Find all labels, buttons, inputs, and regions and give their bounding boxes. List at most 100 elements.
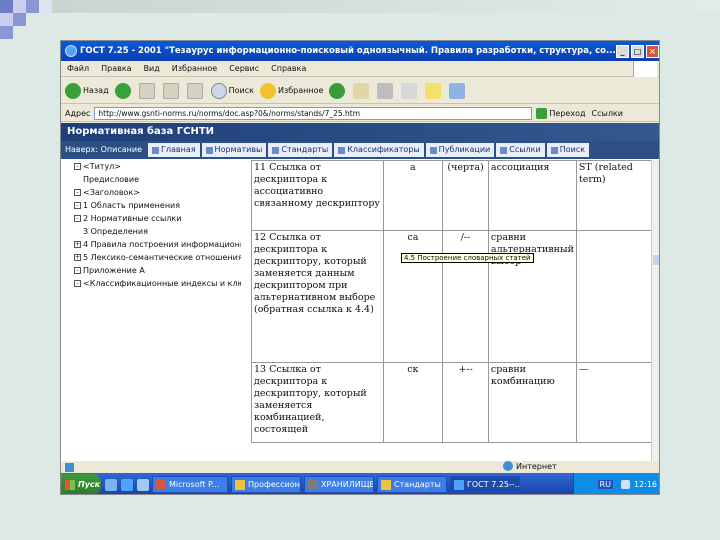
expand-toggle-icon[interactable] [74,228,81,235]
scroll-thumb[interactable] [653,255,659,265]
expand-toggle-icon[interactable]: - [74,202,81,209]
toc-item[interactable]: +5 Лексико-семантические отношения в тез… [74,251,241,264]
task-label: ХРАНИЛИЩЕ... [321,480,374,489]
toc-item[interactable]: - Приложение А [74,264,241,277]
minimize-button[interactable]: _ [616,44,629,58]
messenger-button[interactable] [449,82,467,99]
start-button[interactable]: Пуск [61,474,101,494]
favorites-button[interactable]: Избранное [259,82,323,99]
tab-icon [205,146,213,154]
nav-label: Ссылки [509,145,541,154]
task-app-icon [156,479,166,490]
address-input[interactable]: http://www.gsnti-norms.ru/norms/doc.asp?… [94,106,533,120]
toc-item[interactable]: -<Классификационные индексы и ключевые с… [74,277,241,290]
mail-button[interactable] [353,82,371,99]
toc-item[interactable]: 3 Определения [74,225,241,238]
tab-icon [500,146,508,154]
expand-toggle-icon[interactable]: - [74,163,81,170]
table-cell: +-- [442,362,489,443]
table-row: 13 Ссылка от дескриптора к дескриптору, … [251,362,655,443]
toc-item[interactable]: Предисловие [74,173,241,186]
table-cell: а [382,160,444,231]
menu-file[interactable]: Файл [67,64,89,73]
toc-label: 2 Нормативные ссылки [83,214,182,223]
decor-square [0,0,13,13]
page-done-icon [65,462,74,472]
table-cell: сравни альтернативный выбор [487,230,577,363]
nav-tab[interactable]: Публикации [425,143,495,157]
taskbar-task[interactable]: Microsoft P... [152,476,228,493]
ie-logo-icon [65,45,77,57]
nav-tab[interactable]: Поиск [546,143,590,157]
refresh-button[interactable] [162,82,181,99]
menu-edit[interactable]: Правка [101,64,131,73]
edit-button[interactable] [401,82,419,99]
address-bar: Адрес http://www.gsnti-norms.ru/norms/do… [61,105,659,122]
address-label: Адрес [65,108,91,118]
table-cell: /-- [442,230,489,363]
nav-up-link[interactable]: Наверх: Описание [61,143,146,157]
print-button[interactable] [377,82,395,99]
history-button[interactable] [329,82,347,99]
links-button[interactable]: Ссылки [592,109,623,118]
table-cell: — [575,362,655,443]
messenger-icon [449,82,466,99]
decor-square [26,0,39,13]
search-icon [210,82,227,99]
toc-item[interactable]: +4 Правила построения информационно-поис… [74,238,241,251]
expand-toggle-icon[interactable]: - [74,280,81,287]
discuss-button[interactable] [425,82,443,99]
language-indicator[interactable]: RU [597,480,613,489]
nav-tab[interactable]: Нормативы [201,143,267,157]
nav-tab[interactable]: Главная [147,143,200,157]
expand-toggle-icon[interactable]: + [74,241,81,248]
toc-item[interactable]: - <Титул> [74,160,241,173]
content-table-area: 11 Ссылка от дескриптора к ассоциативно … [251,160,655,460]
stop-button[interactable] [138,82,157,99]
toc-item[interactable]: -2 Нормативные ссылки [74,212,241,225]
nav-label: Классификаторы [347,145,420,154]
expand-toggle-icon[interactable]: + [74,254,81,261]
toc-item[interactable]: -1 Область применения [74,199,241,212]
relations-table: 11 Ссылка от дескриптора к ассоциативно … [251,160,655,443]
taskbar-task[interactable]: Профессион... [231,476,301,493]
expand-toggle-icon[interactable]: - [74,215,81,222]
back-button[interactable]: Назад [65,82,109,99]
tray-network-icon[interactable] [620,480,630,489]
taskbar-task[interactable]: ХРАНИЛИЩЕ... [304,476,374,493]
expand-toggle-icon[interactable]: - [74,267,81,274]
taskbar-task[interactable]: Стандарты [377,476,447,493]
quicklaunch-desktop-icon[interactable] [105,478,117,491]
nav-tab[interactable]: Ссылки [496,143,545,157]
decor-square [39,0,52,13]
task-label: ГОСТ 7.25--... [467,480,520,489]
toc-item[interactable]: - <Заголовок> [74,186,241,199]
menu-favorites[interactable]: Избранное [172,64,217,73]
nav-tab[interactable]: Классификаторы [334,143,424,157]
menu-help[interactable]: Справка [271,64,306,73]
menu-view[interactable]: Вид [144,64,160,73]
tab-icon [338,146,346,154]
quicklaunch-ie-icon[interactable] [121,478,133,491]
vertical-scrollbar[interactable] [651,160,659,461]
close-button[interactable]: × [646,44,659,58]
quicklaunch-media-icon[interactable] [137,478,149,491]
home-button[interactable] [186,82,205,99]
expand-toggle-icon[interactable] [74,176,81,183]
toc-label: 5 Лексико-семантические отношения в теза… [83,253,241,262]
task-label: Стандарты [394,480,441,489]
menu-tools[interactable]: Сервис [229,64,259,73]
table-row: 11 Ссылка от дескриптора к ассоциативно … [251,160,655,231]
taskbar-task[interactable]: ГОСТ 7.25--... [450,476,520,493]
toc-tree: - <Титул> Предисловие - <Заголовок> -1 Област… [61,160,241,460]
search-button[interactable]: Поиск [210,82,254,99]
status-bar: Интернет [61,461,659,473]
maximize-button[interactable]: □ [631,44,644,58]
table-row: 12 Ссылка от дескриптора к дескриптору, … [251,230,655,363]
forward-button[interactable] [114,82,133,99]
go-button[interactable]: Переход [536,107,586,119]
nav-tab[interactable]: Стандарты [268,143,333,157]
expand-toggle-icon[interactable]: - [74,189,81,196]
print-icon [377,82,394,99]
history-icon [329,82,346,99]
